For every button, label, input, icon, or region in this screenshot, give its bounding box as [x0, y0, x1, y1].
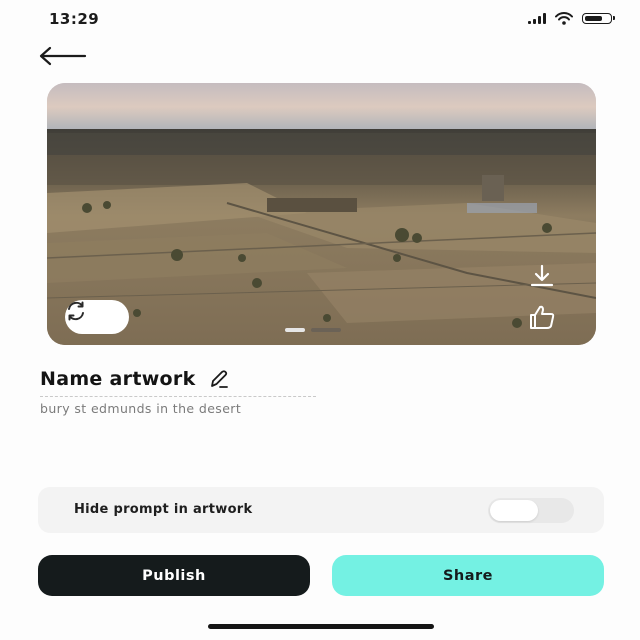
artwork-landscape: [47, 83, 596, 345]
like-button[interactable]: [525, 303, 559, 331]
artwork-image: [47, 83, 596, 345]
regenerate-icon: [68, 301, 84, 321]
download-button[interactable]: [525, 263, 559, 291]
wifi-icon: [555, 12, 573, 25]
title-row: Name artwork: [40, 368, 230, 390]
status-icons: [528, 12, 615, 25]
battery-icon: [582, 13, 615, 24]
title-divider: [40, 396, 316, 397]
page-dot: [311, 328, 341, 332]
hide-prompt-toggle[interactable]: [488, 498, 574, 523]
back-arrow-icon: [39, 46, 87, 66]
status-time: 13:29: [49, 10, 100, 28]
page-indicator: [285, 328, 341, 332]
regenerate-button[interactable]: [65, 300, 129, 334]
signal-icon: [528, 13, 546, 24]
publish-button[interactable]: Publish: [38, 555, 310, 596]
prompt-text: bury st edmunds in the desert: [40, 401, 242, 416]
page-dot: [285, 328, 305, 332]
share-button[interactable]: Share: [332, 555, 604, 596]
phone-screen: 13:29 Name artwork bury st edmunds in th…: [0, 0, 640, 640]
artwork-title[interactable]: Name artwork: [40, 368, 196, 390]
thumbs-up-icon: [530, 305, 555, 329]
hide-prompt-label: Hide prompt in artwork: [74, 502, 253, 517]
hide-prompt-row: Hide prompt in artwork: [38, 487, 604, 533]
toggle-knob: [490, 500, 538, 521]
pencil-icon[interactable]: [208, 368, 230, 390]
back-button[interactable]: [38, 44, 88, 68]
home-indicator: [208, 624, 434, 629]
download-icon: [530, 264, 554, 287]
